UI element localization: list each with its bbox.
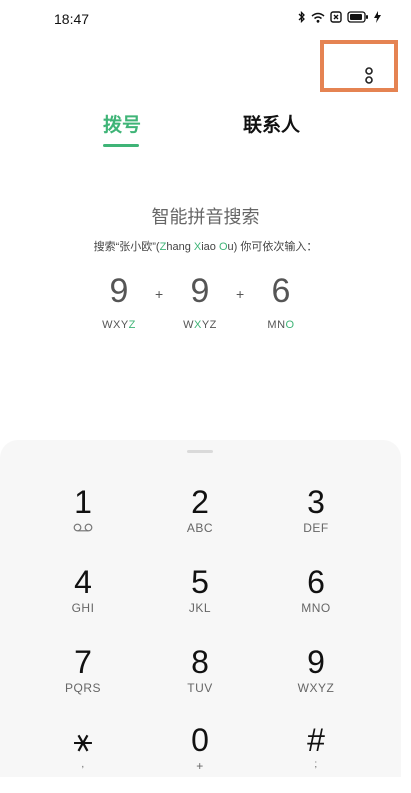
voicemail-icon [73,523,93,532]
more-options-button[interactable] [320,40,398,92]
key-hash[interactable]: # ; [261,723,371,793]
example-plus: + [155,286,164,302]
key-3[interactable]: 3 DEF [261,485,371,555]
key-6[interactable]: 6 MNO [261,565,371,635]
tab-indicator [103,144,139,147]
charging-icon [374,11,381,23]
example-letters: WXYZ [102,319,136,331]
key-5[interactable]: 5 JKL [145,565,255,635]
key-2[interactable]: 2 ABC [145,485,255,555]
sim-off-icon [330,11,342,23]
tab-contacts[interactable]: 联系人 [243,110,300,137]
example-digit: 6 [271,272,291,310]
dialpad-drag-handle[interactable] [187,450,213,453]
key-7[interactable]: 7 PQRS [28,645,138,715]
key-0[interactable]: 0 + [145,723,255,793]
pinyin-desc: 搜索“张小欧”(Zhang Xiao Ou) 你可依次输入： [93,241,318,253]
tab-bar: 拨号 联系人 [0,110,411,150]
key-9[interactable]: 9 WXYZ [261,645,371,715]
status-bar: 18:47 [0,0,411,40]
more-options-icon [365,67,373,84]
example-letters: WXYZ [183,319,217,331]
key-star[interactable]: ⚹ , [28,723,138,793]
pinyin-example: 9 + 9 + 6 WXYZ WXYZ MNO [0,272,411,342]
pinyin-title: 智能拼音搜索 [151,207,260,227]
example-plus: + [236,286,245,302]
key-1[interactable]: 1 [28,485,138,555]
dialpad: 1 2 ABC 3 DEF 4 GHI 5 JKL 6 MNO 7 PQRS 8… [0,440,401,777]
example-digit: 9 [109,272,129,310]
example-digit: 9 [190,272,210,310]
key-8[interactable]: 8 TUV [145,645,255,715]
battery-icon [347,11,368,23]
example-letters: MNO [267,319,295,331]
tab-dial[interactable]: 拨号 [103,110,141,137]
wifi-icon [311,12,325,23]
key-4[interactable]: 4 GHI [28,565,138,635]
bluetooth-icon [298,11,305,23]
status-icons [298,11,381,23]
status-time: 18:47 [54,11,90,27]
